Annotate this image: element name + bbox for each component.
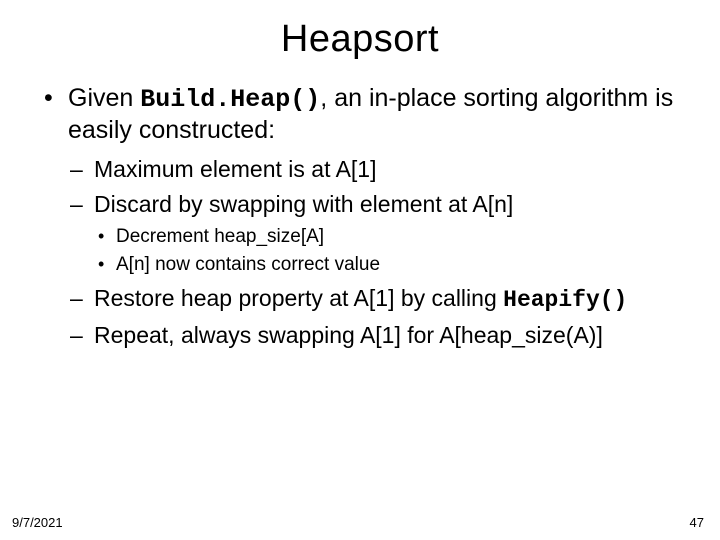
text-given: Given: [68, 84, 140, 112]
bullet-decrement: Decrement heap_size[A]: [94, 225, 680, 250]
bullet-list-level2: Maximum element is at A[1] Discard by sw…: [68, 155, 680, 351]
slide-title: Heapsort: [40, 18, 680, 61]
bullet-list-level3: Decrement heap_size[A] A[n] now contains…: [94, 225, 680, 277]
bullet-restore-heap: Restore heap property at A[1] by calling…: [68, 284, 680, 315]
code-heapify: Heapify(): [503, 287, 627, 313]
bullet-discard-swap: Discard by swapping with element at A[n]…: [68, 190, 680, 278]
bullet-repeat: Repeat, always swapping A[1] for A[heap_…: [68, 321, 680, 350]
bullet-correct-value: A[n] now contains correct value: [94, 253, 680, 278]
text-discard: Discard by swapping with element at A[n]: [94, 191, 513, 217]
bullet-given-buildheap: Given Build.Heap(), an in-place sorting …: [40, 83, 680, 351]
text-restore: Restore heap property at A[1] by calling: [94, 285, 503, 311]
code-buildheap: Build.Heap(): [140, 85, 320, 114]
footer-date: 9/7/2021: [12, 515, 63, 530]
slide: Heapsort Given Build.Heap(), an in-place…: [0, 0, 720, 540]
bullet-list-level1: Given Build.Heap(), an in-place sorting …: [40, 83, 680, 351]
footer-page-number: 47: [690, 515, 704, 530]
bullet-max-element: Maximum element is at A[1]: [68, 155, 680, 184]
